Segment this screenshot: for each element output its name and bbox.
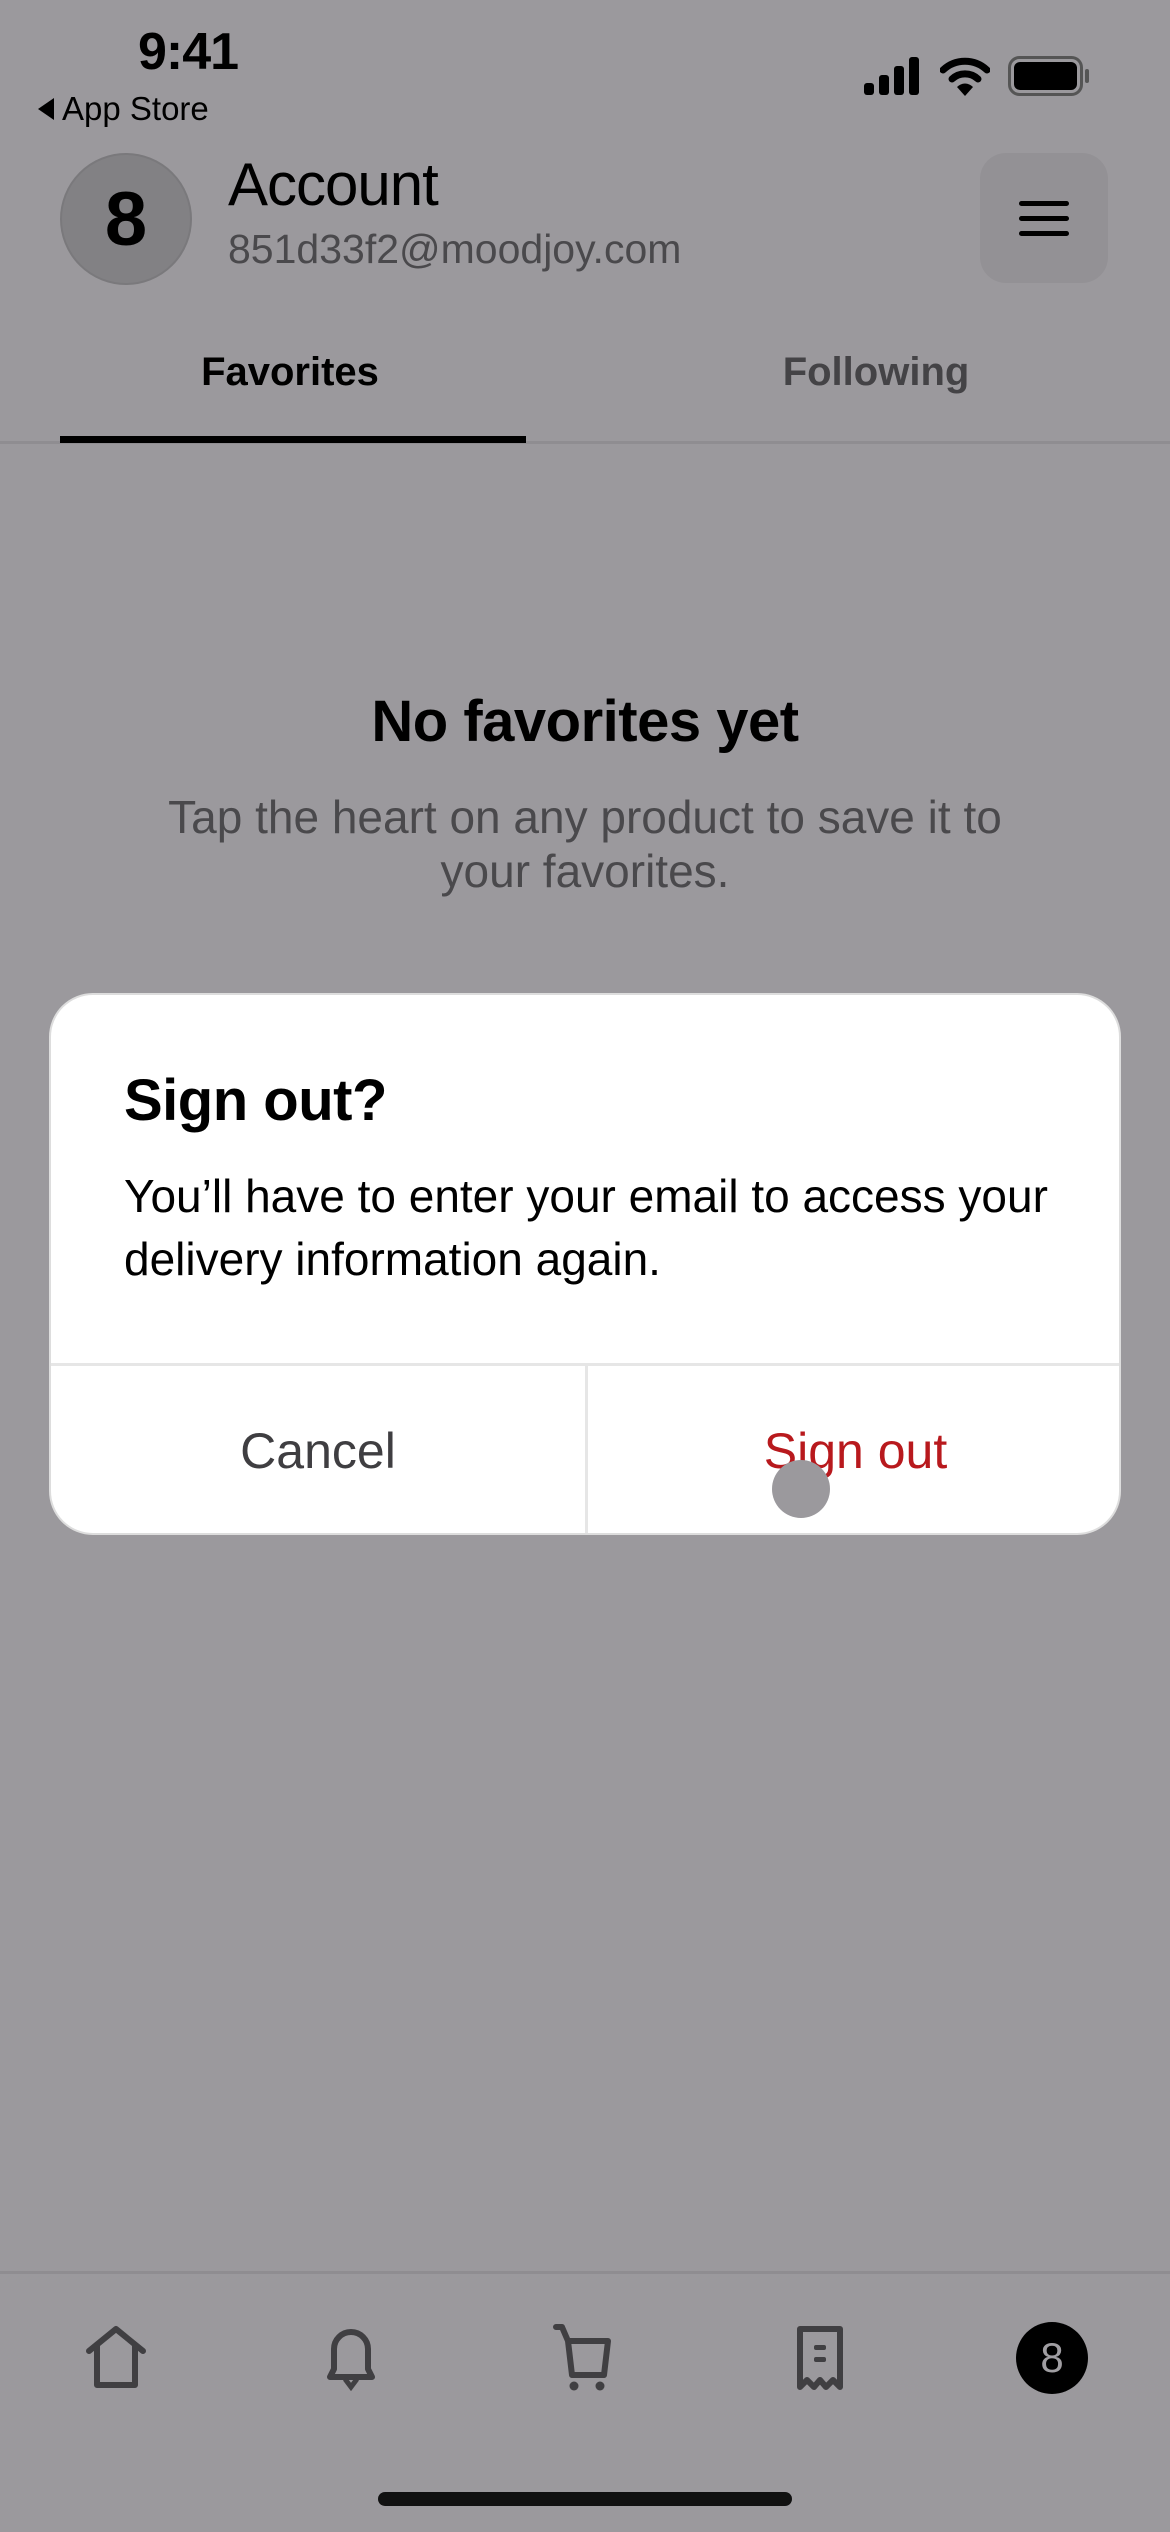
home-indicator — [378, 2492, 792, 2506]
profile-avatar: 8 — [60, 153, 192, 285]
status-icons — [864, 56, 1090, 96]
active-tab-indicator — [60, 436, 526, 443]
page-title: Account — [228, 151, 439, 218]
home-icon — [86, 2326, 146, 2388]
bottom-nav-divider — [0, 2271, 1170, 2274]
hamburger-line — [1019, 230, 1069, 236]
empty-state-title: No favorites yet — [371, 689, 799, 754]
tab-favorites[interactable]: Favorites — [60, 350, 520, 395]
receipt-icon — [797, 2326, 843, 2390]
tab-following[interactable]: Following — [646, 350, 1106, 395]
nav-home[interactable] — [76, 2318, 156, 2398]
dialog-message: You’ll have to enter your email to acces… — [124, 1170, 1048, 1285]
hamburger-line — [1019, 215, 1069, 221]
sign-out-button[interactable]: Sign out — [588, 1366, 1119, 1533]
menu-button[interactable] — [980, 153, 1108, 283]
wifi-icon — [940, 57, 990, 96]
bell-icon — [327, 2329, 375, 2391]
nav-orders[interactable] — [780, 2318, 860, 2398]
cart-icon — [553, 2324, 611, 2391]
empty-state-description: Tap the heart on any product to save it … — [168, 791, 1002, 897]
dialog-title: Sign out? — [124, 1068, 387, 1133]
account-email: 851d33f2@moodjoy.com — [228, 226, 682, 272]
hamburger-menu-icon — [1019, 200, 1069, 206]
nav-notifications[interactable] — [311, 2318, 391, 2398]
back-triangle-icon — [38, 98, 54, 120]
touch-indicator — [772, 1460, 830, 1518]
cellular-signal-icon — [864, 57, 919, 95]
battery-icon — [1008, 56, 1089, 96]
nav-cart[interactable] — [545, 2318, 625, 2398]
nav-account-avatar[interactable]: 8 — [1016, 2322, 1088, 2394]
sign-out-dialog: Sign out? You’ll have to enter your emai… — [49, 993, 1121, 1535]
back-to-app-store[interactable]: App Store — [38, 90, 209, 128]
cancel-button[interactable]: Cancel — [51, 1366, 585, 1533]
status-time: 9:41 — [138, 23, 239, 81]
back-app-label: App Store — [62, 90, 209, 127]
